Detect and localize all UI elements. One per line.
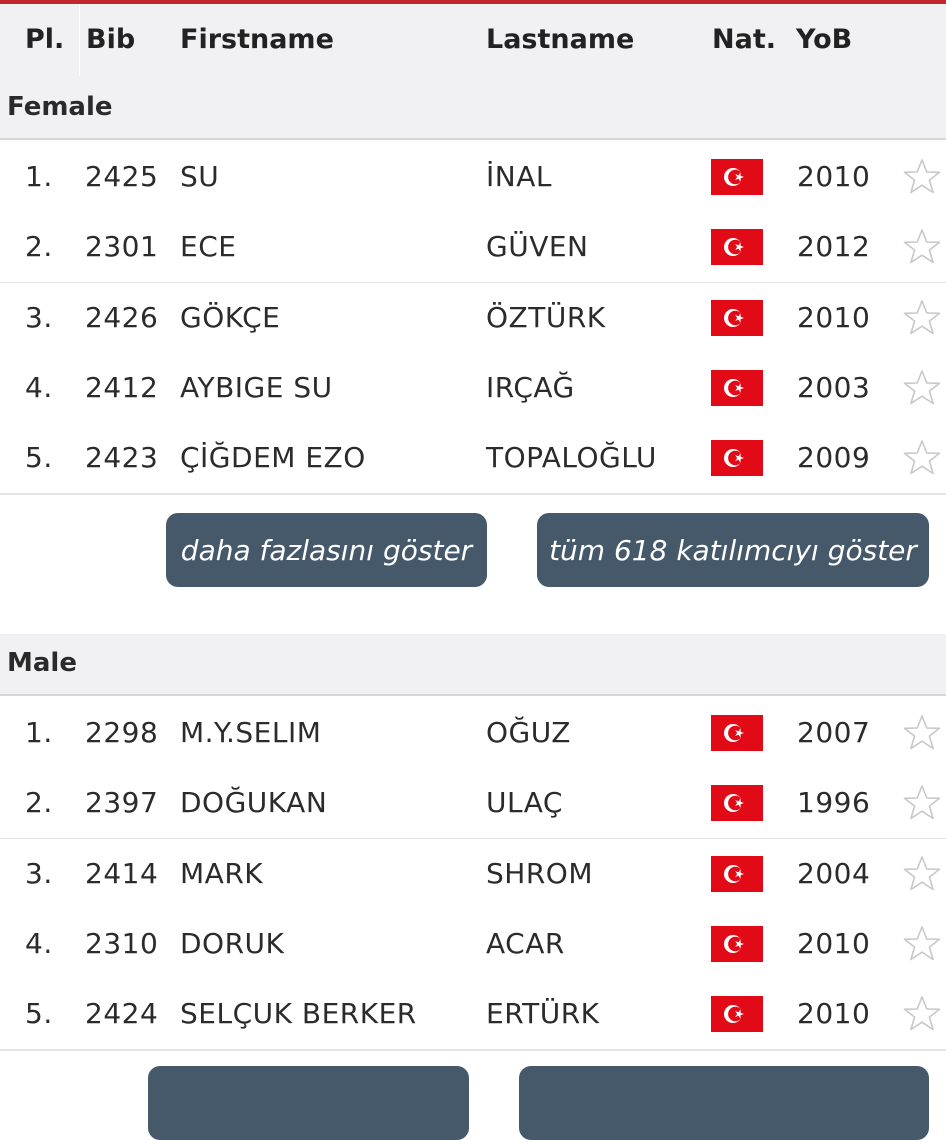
year-of-birth: 1996 xyxy=(797,786,871,820)
star-outline-icon[interactable] xyxy=(902,368,942,408)
star-outline-icon[interactable] xyxy=(902,713,942,753)
table-row[interactable]: 5. 2424 SELÇUK BERKER ERTÜRK 2010 xyxy=(0,979,946,1052)
turkey-flag-icon xyxy=(711,785,763,822)
table-row[interactable]: 1. 2425 SU İNAL 2010 xyxy=(0,142,946,214)
lastname: TOPALOĞLU xyxy=(486,441,657,475)
place: 3. xyxy=(25,856,53,890)
year-of-birth: 2012 xyxy=(797,230,871,264)
table-row[interactable]: 3. 2426 GÖKÇE ÖZTÜRK 2010 xyxy=(0,282,946,355)
show-all-participants-button-male[interactable] xyxy=(519,1066,929,1140)
firstname: SU xyxy=(180,160,220,193)
firstname: M.Y.SELIM xyxy=(180,716,322,749)
star-outline-icon[interactable] xyxy=(902,227,942,267)
table-row[interactable]: 4. 2412 AYBIGE SU IRÇAĞ 2003 xyxy=(0,352,946,425)
turkey-flag-icon xyxy=(711,715,763,751)
firstname: DOĞUKAN xyxy=(180,786,328,820)
turkey-flag-icon xyxy=(711,229,763,266)
star-outline-icon[interactable] xyxy=(902,783,942,823)
bib-number: 2424 xyxy=(85,997,159,1031)
place: 5. xyxy=(25,441,53,475)
year-of-birth: 2010 xyxy=(797,926,871,960)
table-row[interactable]: 2. 2301 ECE GÜVEN 2012 xyxy=(0,212,946,285)
place: 1. xyxy=(25,716,53,749)
star-outline-icon[interactable] xyxy=(902,438,942,478)
lastname: GÜVEN xyxy=(486,230,589,264)
table-row[interactable]: 3. 2414 MARK SHROM 2004 xyxy=(0,838,946,911)
place: 3. xyxy=(25,300,53,334)
lastname: OĞUZ xyxy=(486,716,571,749)
group-title: Female xyxy=(7,92,113,122)
firstname: MARK xyxy=(180,856,264,890)
show-more-button-male[interactable] xyxy=(148,1066,469,1140)
year-of-birth: 2007 xyxy=(797,716,871,749)
year-of-birth: 2003 xyxy=(797,370,871,404)
bib-number: 2423 xyxy=(85,441,159,475)
table-row[interactable]: 2. 2397 DOĞUKAN ULAÇ 1996 xyxy=(0,768,946,841)
bib-number: 2397 xyxy=(85,786,159,820)
lastname: İNAL xyxy=(486,160,552,193)
lastname: ÖZTÜRK xyxy=(486,300,606,334)
lastname: IRÇAĞ xyxy=(486,370,575,404)
table-row[interactable]: 5. 2423 ÇİĞDEM EZO TOPALOĞLU 2009 xyxy=(0,423,946,496)
year-of-birth: 2010 xyxy=(797,300,871,334)
star-outline-icon[interactable] xyxy=(902,298,942,338)
place: 4. xyxy=(25,370,53,404)
turkey-flag-icon xyxy=(711,369,763,406)
lastname: ERTÜRK xyxy=(486,997,600,1031)
turkey-flag-icon xyxy=(711,996,763,1033)
group-title: Male xyxy=(7,648,77,678)
turkey-flag-icon xyxy=(711,440,763,477)
year-of-birth: 2004 xyxy=(797,856,871,890)
place: 5. xyxy=(25,997,53,1031)
year-of-birth: 2010 xyxy=(797,160,871,193)
group-header-female: Female xyxy=(0,78,946,140)
turkey-flag-icon xyxy=(711,159,763,195)
firstname: ECE xyxy=(180,230,237,264)
year-of-birth: 2009 xyxy=(797,441,871,475)
show-all-participants-button[interactable]: tüm 618 katılımcıyı göster xyxy=(537,513,929,587)
column-header-nationality[interactable]: Nat. xyxy=(712,24,776,55)
star-outline-icon[interactable] xyxy=(902,994,942,1034)
turkey-flag-icon xyxy=(711,925,763,962)
place: 1. xyxy=(25,160,53,193)
lastname: ULAÇ xyxy=(486,786,563,820)
place: 4. xyxy=(25,926,53,960)
firstname: DORUK xyxy=(180,926,285,960)
firstname: GÖKÇE xyxy=(180,300,281,334)
firstname: SELÇUK BERKER xyxy=(180,997,417,1031)
results-table-header: Pl. Bib Firstname Lastname Nat. YoB xyxy=(0,4,946,84)
firstname: ÇİĞDEM EZO xyxy=(180,441,366,475)
bib-number: 2412 xyxy=(85,370,159,404)
bib-number: 2425 xyxy=(85,160,159,193)
lastname: ACAR xyxy=(486,926,565,960)
table-row[interactable]: 4. 2310 DORUK ACAR 2010 xyxy=(0,908,946,981)
bib-number: 2414 xyxy=(85,856,159,890)
group-header-male: Male xyxy=(0,634,946,696)
place: 2. xyxy=(25,786,53,820)
bib-number: 2310 xyxy=(85,926,159,960)
column-header-place[interactable]: Pl. xyxy=(25,24,64,55)
star-outline-icon[interactable] xyxy=(902,157,942,197)
firstname: AYBIGE SU xyxy=(180,370,333,404)
show-more-button[interactable]: daha fazlasını göster xyxy=(166,513,487,587)
star-outline-icon[interactable] xyxy=(902,924,942,964)
column-header-firstname[interactable]: Firstname xyxy=(180,24,334,55)
bib-number: 2426 xyxy=(85,300,159,334)
bib-number: 2298 xyxy=(85,716,159,749)
bib-number: 2301 xyxy=(85,230,159,264)
turkey-flag-icon xyxy=(711,855,763,892)
star-outline-icon[interactable] xyxy=(902,854,942,894)
column-header-lastname[interactable]: Lastname xyxy=(486,24,634,55)
column-divider xyxy=(79,4,80,76)
lastname: SHROM xyxy=(486,856,593,890)
table-row[interactable]: 1. 2298 M.Y.SELIM OĞUZ 2007 xyxy=(0,698,946,770)
year-of-birth: 2010 xyxy=(797,997,871,1031)
turkey-flag-icon xyxy=(711,299,763,336)
column-header-bib[interactable]: Bib xyxy=(86,24,135,55)
place: 2. xyxy=(25,230,53,264)
column-header-yob[interactable]: YoB xyxy=(796,24,852,55)
